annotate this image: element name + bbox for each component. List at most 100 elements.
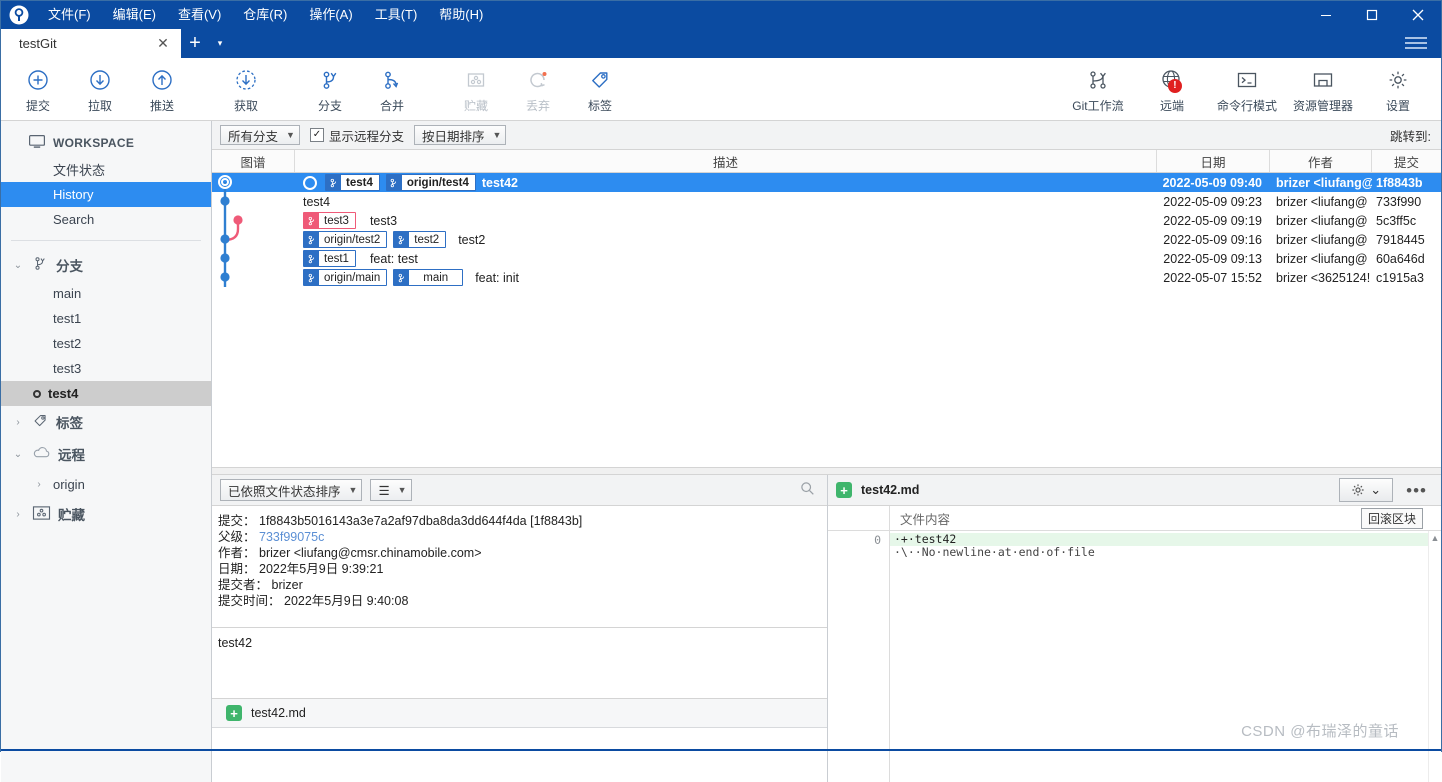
sidebar-branch-test1[interactable]: test1 — [1, 306, 211, 331]
toolbar-tag-button[interactable]: 标签 — [569, 60, 631, 118]
new-tab-button[interactable]: + — [181, 29, 209, 58]
sidebar-group-tags[interactable]: › 标签 — [1, 406, 211, 438]
row-graph-cell — [212, 268, 295, 287]
view-mode-select[interactable]: ☰ ▼ — [370, 479, 412, 501]
menu-actions[interactable]: 操作(A) — [298, 1, 363, 29]
menu-bar: 文件(F) 编辑(E) 查看(V) 仓库(R) 操作(A) 工具(T) 帮助(H… — [37, 1, 494, 29]
toolbar-remote-button[interactable]: ! 远端 — [1135, 60, 1209, 118]
column-header-description[interactable]: 描述 — [295, 150, 1157, 172]
tab-dropdown-icon[interactable]: ▾ — [209, 29, 231, 58]
changed-file-row[interactable]: + test42.md — [212, 699, 827, 728]
fetch-dashed-arrow-icon — [234, 65, 258, 95]
sidebar-divider — [11, 240, 201, 241]
commit-field-label: 提交时间： — [218, 594, 281, 608]
discard-refresh-icon — [526, 65, 550, 95]
minimize-button[interactable] — [1303, 1, 1349, 29]
history-table-body[interactable]: test4 origin/test4 test42 2022-05-09 09:… — [212, 173, 1441, 467]
toolbar-gitflow-label: Git工作流 — [1072, 98, 1124, 113]
ref-badge[interactable]: test1 — [303, 250, 356, 267]
sidebar-group-stashes[interactable]: › 贮藏 — [1, 498, 211, 530]
maximize-button[interactable] — [1349, 1, 1395, 29]
ref-badge[interactable]: main — [393, 269, 464, 286]
toolbar-fetch-button[interactable]: 获取 — [215, 60, 277, 118]
history-row[interactable]: origin/test2 test2 test2 2022-05-09 09:1… — [212, 230, 1441, 249]
ref-badge[interactable]: test4 — [325, 174, 380, 191]
menu-file[interactable]: 文件(F) — [37, 1, 102, 29]
column-header-commit[interactable]: 提交 — [1372, 150, 1441, 172]
sidebar-group-remotes[interactable]: ⌄ 远程 — [1, 438, 211, 470]
toolbar-settings-button[interactable]: 设置 — [1361, 60, 1435, 118]
commit-metadata: 提交： 1f8843b5016143a3e7a2af97dba8da3dd644… — [212, 506, 827, 628]
rollback-hunk-button[interactable]: 回滚区块 — [1360, 507, 1423, 529]
more-dots-icon[interactable]: ••• — [1402, 482, 1431, 499]
menu-help[interactable]: 帮助(H) — [428, 1, 494, 29]
sidebar-branch-test4[interactable]: test4 — [1, 381, 211, 406]
toolbar-discard-button[interactable]: 丢弃 — [507, 60, 569, 118]
history-row[interactable]: test1 feat: test 2022-05-09 09:13 brizer… — [212, 249, 1441, 268]
column-header-date[interactable]: 日期 — [1157, 150, 1270, 172]
history-row[interactable]: test4 origin/test4 test42 2022-05-09 09:… — [212, 173, 1441, 192]
ref-badge[interactable]: test3 — [303, 212, 356, 229]
sidebar-workspace-header[interactable]: WORKSPACE — [1, 129, 211, 157]
file-sort-select[interactable]: 已依照文件状态排序 ▼ — [220, 479, 363, 501]
toolbar-terminal-label: 命令行模式 — [1216, 98, 1277, 113]
menu-edit[interactable]: 编辑(E) — [102, 1, 167, 29]
row-description-cell: origin/test2 test2 test2 — [295, 231, 1157, 248]
show-remote-branches-checkbox[interactable]: ✓ 显示远程分支 — [309, 126, 404, 145]
sort-order-select[interactable]: 按日期排序 ▼ — [413, 125, 507, 145]
row-author: brizer <liufang@ — [1276, 213, 1368, 228]
diff-vertical-scrollbar[interactable]: ▲ — [1428, 531, 1441, 782]
hamburger-icon[interactable] — [1405, 33, 1431, 53]
sidebar-branch-test2[interactable]: test2 — [1, 331, 211, 356]
toolbar-push-button[interactable]: 推送 — [131, 60, 193, 118]
toolbar-remote-label: 远端 — [1159, 98, 1184, 113]
ref-badge[interactable]: origin/test2 — [303, 231, 388, 248]
parent-commit-link[interactable]: 733f99075c — [259, 530, 324, 544]
commit-field-label: 提交： — [218, 514, 256, 528]
history-row[interactable]: test3 test3 2022-05-09 09:19 brizer <liu… — [212, 211, 1441, 230]
column-header-author[interactable]: 作者 — [1270, 150, 1372, 172]
tab-close-icon[interactable]: ✕ — [153, 34, 173, 54]
sidebar-branch-main[interactable]: main — [1, 281, 211, 306]
ref-badge[interactable]: test2 — [393, 231, 447, 248]
toolbar-explorer-label: 资源管理器 — [1292, 98, 1353, 113]
branch-filter-select[interactable]: 所有分支 ▼ — [220, 125, 300, 145]
diff-content[interactable]: 0 ·+·test42 ·\··No·newline·at·end·of·fil… — [828, 531, 1441, 782]
branch-ref-icon — [304, 213, 319, 228]
close-button[interactable] — [1395, 1, 1441, 29]
row-message: test4 — [303, 194, 331, 209]
sidebar-remote-origin[interactable]: › origin — [1, 470, 211, 498]
sidebar-remote-origin-label: origin — [53, 476, 85, 492]
toolbar-commit-button[interactable]: 提交 — [7, 60, 69, 118]
sidebar-item-search[interactable]: Search — [1, 207, 211, 232]
history-row[interactable]: test4 2022-05-09 09:23 brizer <liufang@ … — [212, 192, 1441, 211]
column-header-graph[interactable]: 图谱 — [212, 150, 295, 172]
ref-badge[interactable]: origin/test4 — [385, 174, 476, 191]
diff-settings-button[interactable]: ⌄ — [1339, 478, 1394, 502]
toolbar-explorer-button[interactable]: 资源管理器 — [1285, 60, 1361, 118]
toolbar-stash-button[interactable]: 贮藏 — [445, 60, 507, 118]
sidebar-branch-test3[interactable]: test3 — [1, 356, 211, 381]
terminal-icon — [1235, 65, 1259, 95]
toolbar-gitflow-button[interactable]: Git工作流 — [1061, 60, 1135, 118]
toolbar-merge-button[interactable]: 合并 — [361, 60, 423, 118]
menu-repository[interactable]: 仓库(R) — [232, 1, 298, 29]
ref-badge[interactable]: origin/main — [303, 269, 388, 286]
toolbar-pull-button[interactable]: 拉取 — [69, 60, 131, 118]
jump-to-label: 跳转到: — [1390, 129, 1431, 144]
sidebar-item-file-status[interactable]: 文件状态 — [1, 157, 211, 182]
toolbar-terminal-button[interactable]: 命令行模式 — [1209, 60, 1285, 118]
scroll-up-icon[interactable]: ▲ — [1431, 531, 1440, 543]
chevron-right-icon: › — [37, 478, 41, 490]
history-row[interactable]: origin/main main feat: init 2022-05-07 1… — [212, 268, 1441, 287]
horizontal-splitter[interactable] — [212, 467, 1441, 475]
tab-testgit[interactable]: testGit ✕ — [1, 29, 181, 58]
menu-tools[interactable]: 工具(T) — [364, 1, 429, 29]
menu-view[interactable]: 查看(V) — [167, 1, 232, 29]
commit-field-value: 2022年5月9日 9:40:08 — [284, 594, 409, 608]
sidebar-item-history[interactable]: History — [1, 182, 211, 207]
sidebar-group-branches[interactable]: ⌄ 分支 — [1, 249, 211, 281]
search-icon[interactable] — [800, 481, 815, 499]
toolbar-branch-button[interactable]: 分支 — [299, 60, 361, 118]
main-toolbar: 提交 拉取 推送 获取 分支 合并 贮藏 丢弃 标签 Git工作流 ! 远端 命… — [1, 58, 1441, 121]
